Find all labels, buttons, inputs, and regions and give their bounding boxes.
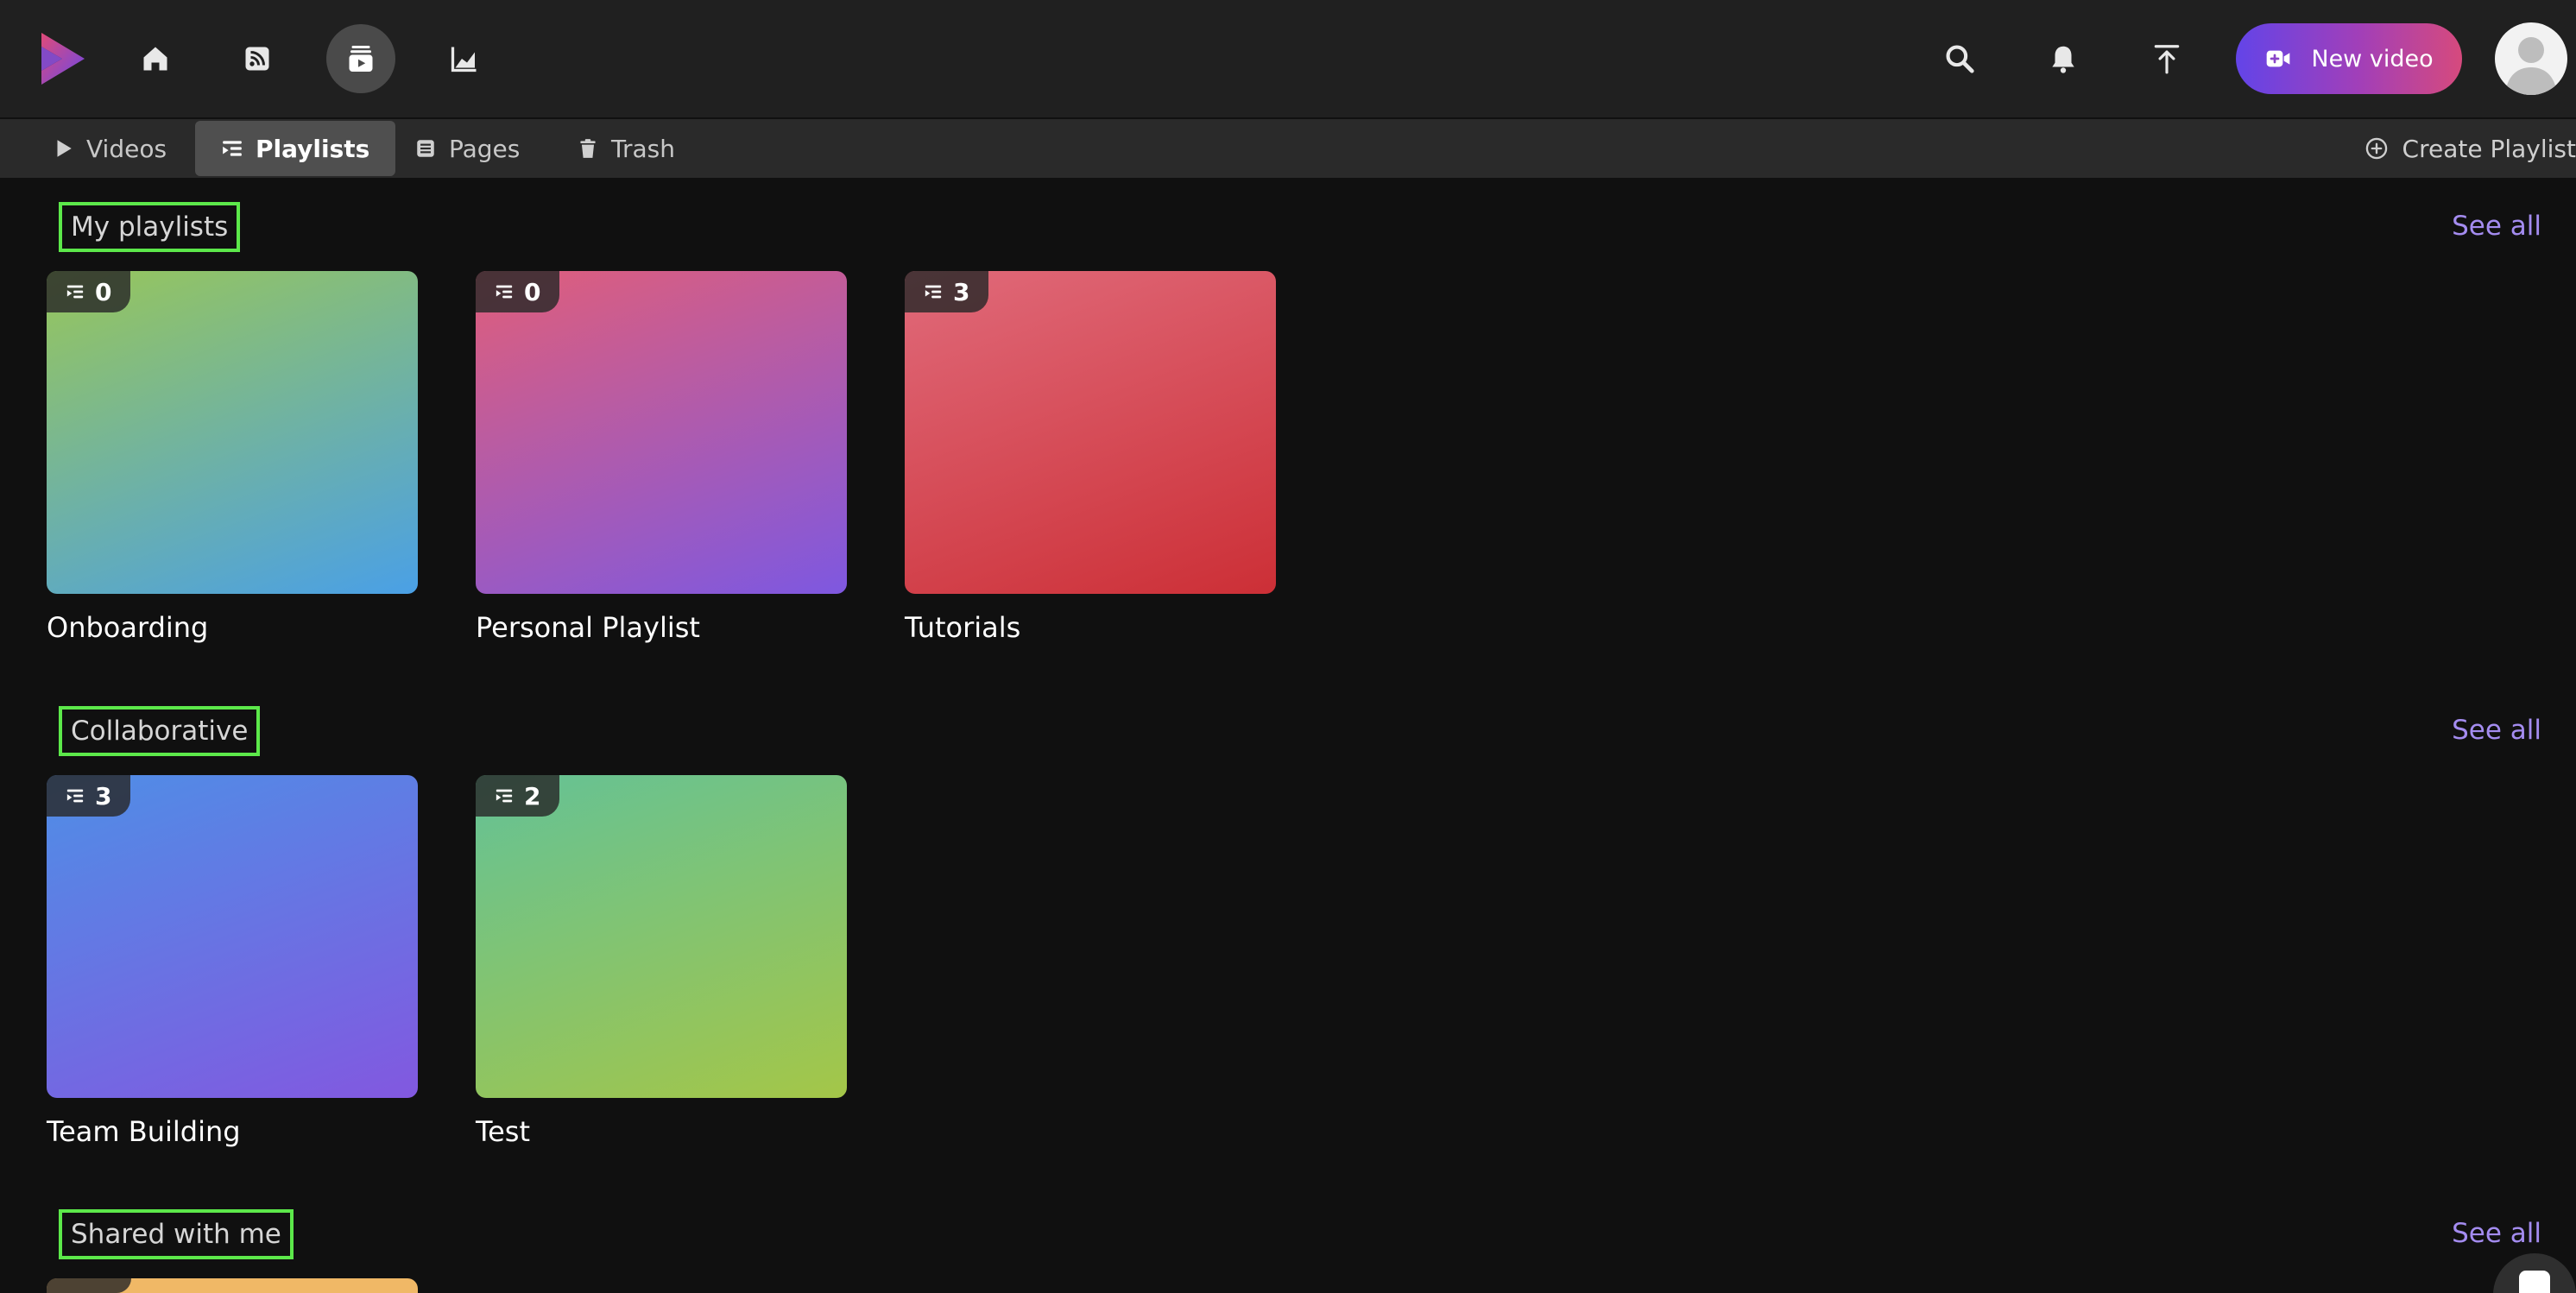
play-icon [57,140,72,157]
video-count: 2 [524,781,541,810]
tab-playlists-label: Playlists [256,134,370,163]
playlist-card-test[interactable]: 2 [476,775,847,1098]
create-playlist-label: Create Playlist [2402,134,2576,163]
upload-button[interactable] [2141,33,2193,85]
playlist-icon [223,141,242,156]
playlist-card-personal-playlist[interactable]: 0 [476,271,847,594]
playlist-card-onboarding[interactable]: 0 [47,271,418,594]
bell-icon [2052,46,2074,73]
video-count-badge [47,1278,131,1293]
playlist-icon [66,789,84,803]
playlist-title-onboarding[interactable]: Onboarding [47,611,208,644]
nav-home-button[interactable] [121,24,190,93]
see-all-link-my-playlists[interactable]: See all [2452,211,2541,242]
feed-icon [245,47,269,71]
search-button[interactable] [1934,33,1986,85]
video-count: 0 [524,277,541,306]
section-title-my-playlists: My playlists [59,202,241,252]
playlist-card-shared[interactable] [47,1278,418,1293]
section-title-label: Shared with me [71,1219,281,1250]
video-count-badge: 0 [47,271,131,312]
tab-trash-label: Trash [611,134,675,163]
user-icon [2505,37,2557,95]
analytics-icon [451,47,477,73]
tab-pages-label: Pages [449,134,521,163]
home-icon [143,47,167,71]
playlist-title-test[interactable]: Test [476,1115,530,1148]
new-video-label: New video [2311,45,2434,73]
search-icon [1946,45,1974,73]
video-camera-icon [2267,50,2290,67]
playlist-icon [66,285,84,299]
chat-icon [2519,1271,2550,1293]
playlist-title-team-building[interactable]: Team Building [47,1115,241,1148]
section-title-collaborative: Collaborative [59,706,261,756]
video-count-badge: 3 [47,775,131,817]
section-title-label: Collaborative [71,716,249,747]
tab-videos[interactable]: Videos [52,121,167,176]
playlist-icon [496,789,513,803]
section-title-label: My playlists [71,211,229,243]
tab-playlists[interactable]: Playlists [195,121,396,176]
plus-circle-icon [2365,137,2387,160]
nav-analytics-button[interactable] [430,24,499,93]
nav-library-button[interactable] [326,24,395,93]
video-count-badge: 0 [476,271,560,312]
section-title-shared-with-me: Shared with me [59,1209,294,1259]
video-count: 3 [953,277,970,306]
chat-support-button[interactable] [2493,1253,2576,1293]
page-icon [417,140,434,157]
playlist-icon [925,285,942,299]
library-tab-bar: Videos Playlists Pages Trash Create Play… [0,119,2576,178]
tab-videos-label: Videos [86,134,167,163]
playlist-icon [496,285,513,299]
see-all-link-shared-with-me[interactable]: See all [2452,1218,2541,1249]
upload-icon [2154,45,2180,74]
playlist-title-personal-playlist[interactable]: Personal Playlist [476,611,700,644]
video-count: 0 [95,277,112,306]
video-count-badge: 2 [476,775,560,817]
video-count: 3 [95,781,112,810]
playlist-card-tutorials[interactable]: 3 [905,271,1276,594]
playlist-title-tutorials[interactable]: Tutorials [905,611,1020,644]
tab-pages[interactable]: Pages [414,121,520,176]
app-logo[interactable] [38,31,88,86]
user-avatar[interactable] [2495,22,2567,95]
nav-feed-button[interactable] [223,24,292,93]
create-playlist-button[interactable]: Create Playlist [2364,121,2576,176]
new-video-button[interactable]: New video [2236,23,2462,94]
library-icon [349,46,373,72]
top-navigation-bar: New video [0,0,2576,117]
video-count-badge: 3 [905,271,989,312]
playlist-card-team-building[interactable]: 3 [47,775,418,1098]
trash-icon [580,139,596,158]
see-all-link-collaborative[interactable]: See all [2452,715,2541,746]
notifications-button[interactable] [2037,33,2089,85]
tab-trash[interactable]: Trash [577,121,675,176]
